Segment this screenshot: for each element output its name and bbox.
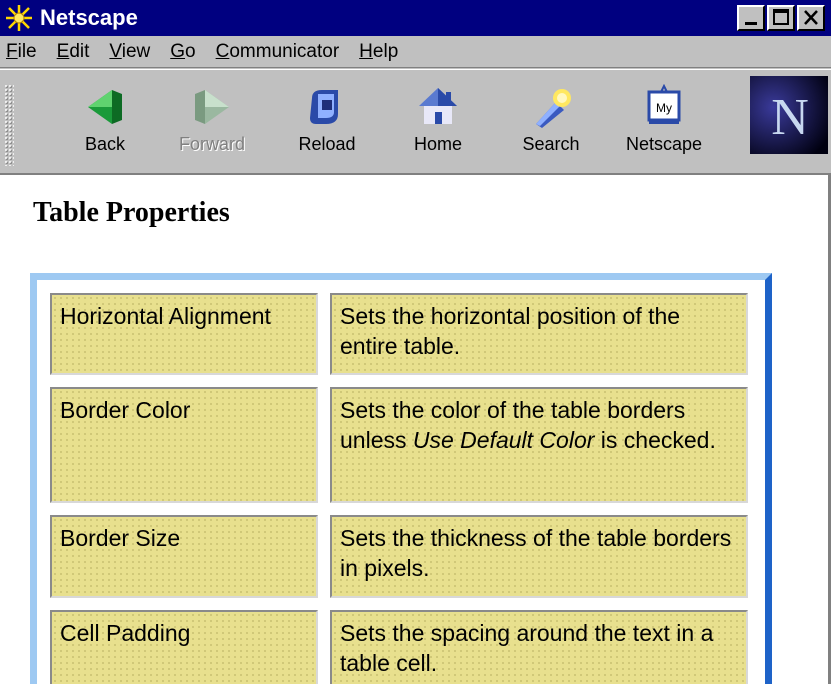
table-cell-property: Border Size xyxy=(50,515,318,598)
forward-arrow-icon xyxy=(195,90,229,124)
back-arrow-icon xyxy=(88,90,122,124)
menu-view-rest: iew xyxy=(121,40,151,62)
maximize-button[interactable] xyxy=(767,5,795,31)
back-label: Back xyxy=(84,134,126,154)
minimize-button[interactable] xyxy=(737,5,765,31)
table-cell-property: Cell Padding xyxy=(50,610,318,684)
menu-help-rest: elp xyxy=(372,40,399,62)
forward-button: Forward xyxy=(164,84,260,168)
my-badge-text: My xyxy=(656,101,672,115)
netscape-app-icon xyxy=(4,3,34,33)
toolbar-grip-handle[interactable] xyxy=(4,84,14,166)
minimize-icon xyxy=(745,22,757,25)
description-italic-text: Use Default Color xyxy=(412,427,595,453)
reload-label: Reload xyxy=(298,134,356,154)
menu-communicator-accel: C xyxy=(215,40,230,62)
window-title: Netscape xyxy=(40,5,138,30)
table-cell-description: Sets the color of the table borders unle… xyxy=(330,387,748,503)
close-icon xyxy=(804,10,818,25)
reload-button[interactable]: Reload xyxy=(279,84,375,168)
search-label: Search xyxy=(522,134,580,154)
home-button[interactable]: Home xyxy=(390,84,486,168)
menu-view[interactable]: View xyxy=(99,36,160,68)
table-cell-property: Horizontal Alignment xyxy=(50,293,318,375)
description-text: is checked. xyxy=(594,427,716,453)
menu-view-accel: V xyxy=(109,40,122,62)
menu-edit-rest: dit xyxy=(69,40,90,62)
menu-edit-accel: E xyxy=(56,40,70,62)
navigation-toolbar: Back Forward Reload Home Search My Netsc… xyxy=(0,69,831,173)
forward-label: Forward xyxy=(178,134,245,154)
page-title: Table Properties xyxy=(33,197,230,228)
title-bar: Netscape xyxy=(0,0,831,36)
page-content[interactable]: Table Properties Horizontal Alignment Se… xyxy=(0,173,831,684)
menu-help-accel: H xyxy=(359,40,373,62)
netscape-n-icon: N xyxy=(750,76,828,154)
svg-text:N: N xyxy=(771,89,809,146)
back-button[interactable]: Back xyxy=(57,84,153,168)
menu-file-rest: ile xyxy=(17,40,37,62)
properties-table: Horizontal Alignment Sets the horizontal… xyxy=(30,273,772,684)
reload-icon xyxy=(310,90,338,124)
search-button[interactable]: Search xyxy=(503,84,599,168)
netscape-label: Netscape xyxy=(625,134,703,154)
table-cell-description: Sets the horizontal position of the enti… xyxy=(330,293,748,375)
menu-edit[interactable]: Edit xyxy=(47,36,100,68)
maximize-icon xyxy=(773,9,789,25)
menu-file-accel: F xyxy=(6,40,18,62)
menu-go-accel: G xyxy=(170,40,186,62)
menu-communicator-rest: ommunicator xyxy=(229,40,340,62)
menu-bar: File Edit View Go Communicator Help xyxy=(0,36,831,68)
menu-help[interactable]: Help xyxy=(349,36,408,68)
netscape-n-logo[interactable]: N xyxy=(750,76,828,154)
my-netscape-button[interactable]: My Netscape xyxy=(616,84,712,168)
menu-file[interactable]: File xyxy=(0,36,47,68)
table-cell-description: Sets the thickness of the table borders … xyxy=(330,515,748,598)
close-button[interactable] xyxy=(797,5,825,31)
menu-communicator[interactable]: Communicator xyxy=(206,36,350,68)
menu-go-rest: o xyxy=(185,40,196,62)
home-label: Home xyxy=(413,134,462,154)
my-netscape-icon: My xyxy=(647,84,681,124)
search-flashlight-icon xyxy=(536,89,571,128)
table-cell-description: Sets the spacing around the text in a ta… xyxy=(330,610,748,684)
home-icon xyxy=(419,88,457,124)
table-cell-property: Border Color xyxy=(50,387,318,503)
menu-go[interactable]: Go xyxy=(160,36,205,68)
